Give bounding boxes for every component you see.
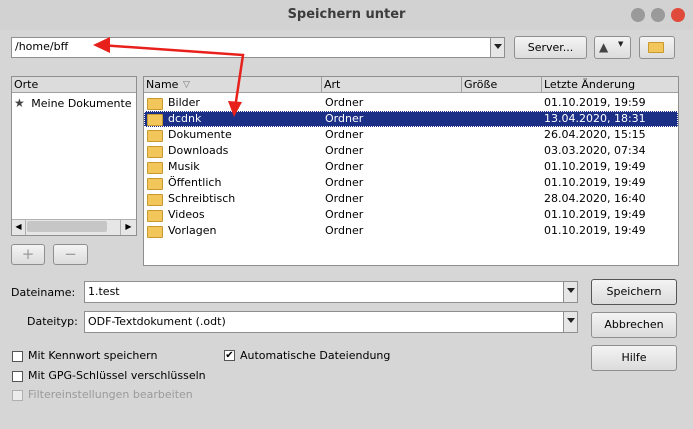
- file-date: 01.10.2019, 19:49: [544, 208, 646, 221]
- star-icon: ★: [14, 96, 25, 110]
- file-date: 26.04.2020, 15:15: [544, 128, 646, 141]
- file-name: dcdnk: [168, 112, 202, 125]
- maximize-button[interactable]: [651, 8, 665, 22]
- file-date: 03.03.2020, 07:34: [544, 144, 646, 157]
- path-dropdown-icon[interactable]: [490, 38, 504, 57]
- file-type: Ordner: [325, 176, 364, 189]
- file-row[interactable]: Videos Ordner 01.10.2019, 19:49: [144, 207, 678, 223]
- filename-label: Dateiname:: [11, 286, 76, 299]
- column-header-date[interactable]: Letzte Änderung: [542, 77, 678, 93]
- folder-icon: [147, 114, 163, 126]
- file-name: Videos: [168, 208, 205, 221]
- file-type: Ordner: [325, 192, 364, 205]
- file-name: Downloads: [168, 144, 229, 157]
- filter-settings-checkbox[interactable]: [12, 390, 23, 401]
- file-name: Vorlagen: [168, 224, 217, 237]
- file-type: Ordner: [325, 112, 364, 125]
- minimize-button[interactable]: [631, 8, 645, 22]
- filetype-dropdown-icon[interactable]: [563, 312, 577, 332]
- file-type: Ordner: [325, 96, 364, 109]
- up-arrow-icon: ▲: [599, 40, 609, 54]
- window-title: Speichern unter: [287, 7, 406, 22]
- file-row[interactable]: Öffentlich Ordner 01.10.2019, 19:49: [144, 175, 678, 191]
- scroll-right-icon[interactable]: ▶: [120, 219, 136, 235]
- password-checkbox[interactable]: [12, 351, 23, 362]
- path-value[interactable]: /home/bff: [15, 40, 68, 53]
- server-button[interactable]: Server...: [514, 36, 587, 59]
- folder-icon: [147, 226, 163, 238]
- add-place-button[interactable]: +: [11, 244, 45, 265]
- password-checkbox-label[interactable]: Mit Kennwort speichern: [28, 349, 157, 363]
- path-combobox[interactable]: [11, 37, 505, 58]
- file-type: Ordner: [325, 224, 364, 237]
- file-date: 01.10.2019, 19:49: [544, 224, 646, 237]
- column-header-name[interactable]: Name: [144, 77, 322, 93]
- file-type: Ordner: [325, 128, 364, 141]
- file-type: Ordner: [325, 208, 364, 221]
- cancel-button[interactable]: Abbrechen: [591, 312, 677, 338]
- help-button[interactable]: Hilfe: [591, 345, 677, 371]
- scroll-left-icon[interactable]: ◀: [12, 219, 26, 235]
- file-date: 01.10.2019, 19:49: [544, 160, 646, 173]
- filter-settings-checkbox-label[interactable]: Filtereinstellungen bearbeiten: [28, 388, 193, 402]
- gpg-checkbox[interactable]: [12, 371, 23, 382]
- file-type: Ordner: [325, 144, 364, 157]
- folder-icon: [147, 146, 163, 158]
- file-row[interactable]: Downloads Ordner 03.03.2020, 07:34: [144, 143, 678, 159]
- places-item-my-documents[interactable]: ★ Meine Dokumente: [14, 96, 132, 110]
- folder-icon: [147, 130, 163, 142]
- file-date: 01.10.2019, 19:59: [544, 96, 646, 109]
- file-type: Ordner: [325, 160, 364, 173]
- file-name: Musik: [168, 160, 200, 173]
- folder-icon: [147, 194, 163, 206]
- file-name: Öffentlich: [168, 176, 222, 189]
- filetype-value[interactable]: ODF-Textdokument (.odt): [88, 315, 226, 328]
- close-button[interactable]: [671, 8, 685, 22]
- places-item-label: Meine Dokumente: [31, 97, 132, 110]
- places-header: Orte: [12, 77, 136, 93]
- file-name: Schreibtisch: [168, 192, 236, 205]
- places-scroll-thumb[interactable]: [27, 221, 107, 232]
- file-row[interactable]: Musik Ordner 01.10.2019, 19:49: [144, 159, 678, 175]
- folder-icon: [147, 210, 163, 222]
- file-row[interactable]: Bilder Ordner 01.10.2019, 19:59: [144, 95, 678, 111]
- sort-descending-icon: ▽: [183, 80, 190, 90]
- file-date: 28.04.2020, 16:40: [544, 192, 646, 205]
- folder-icon: [648, 42, 664, 53]
- file-row[interactable]: Schreibtisch Ordner 28.04.2020, 16:40: [144, 191, 678, 207]
- folder-icon: [147, 162, 163, 174]
- filename-value[interactable]: 1.test: [88, 285, 120, 298]
- filetype-label: Dateityp:: [27, 315, 78, 328]
- gpg-checkbox-label[interactable]: Mit GPG-Schlüssel verschlüsseln: [28, 369, 206, 383]
- file-name: Bilder: [168, 96, 200, 109]
- column-header-type[interactable]: Art: [322, 77, 462, 93]
- remove-place-button[interactable]: −: [53, 244, 88, 265]
- file-row[interactable]: Vorlagen Ordner 01.10.2019, 19:49: [144, 223, 678, 239]
- file-date: 01.10.2019, 19:49: [544, 176, 646, 189]
- filename-input[interactable]: [84, 281, 578, 303]
- file-row-selected[interactable]: dcdnk Ordner 13.04.2020, 18:31: [144, 111, 678, 127]
- auto-extension-checkbox[interactable]: ✔: [224, 350, 235, 361]
- file-name: Dokumente: [168, 128, 232, 141]
- chevron-down-icon: ▼: [618, 40, 624, 48]
- file-row[interactable]: Dokumente Ordner 26.04.2020, 15:15: [144, 127, 678, 143]
- folder-icon: [147, 98, 163, 110]
- file-date: 13.04.2020, 18:31: [544, 112, 646, 125]
- column-header-size[interactable]: Größe: [462, 77, 542, 93]
- save-button[interactable]: Speichern: [591, 279, 677, 305]
- filename-dropdown-icon[interactable]: [563, 282, 577, 302]
- folder-icon: [147, 178, 163, 190]
- auto-extension-checkbox-label[interactable]: Automatische Dateiendung: [240, 349, 390, 363]
